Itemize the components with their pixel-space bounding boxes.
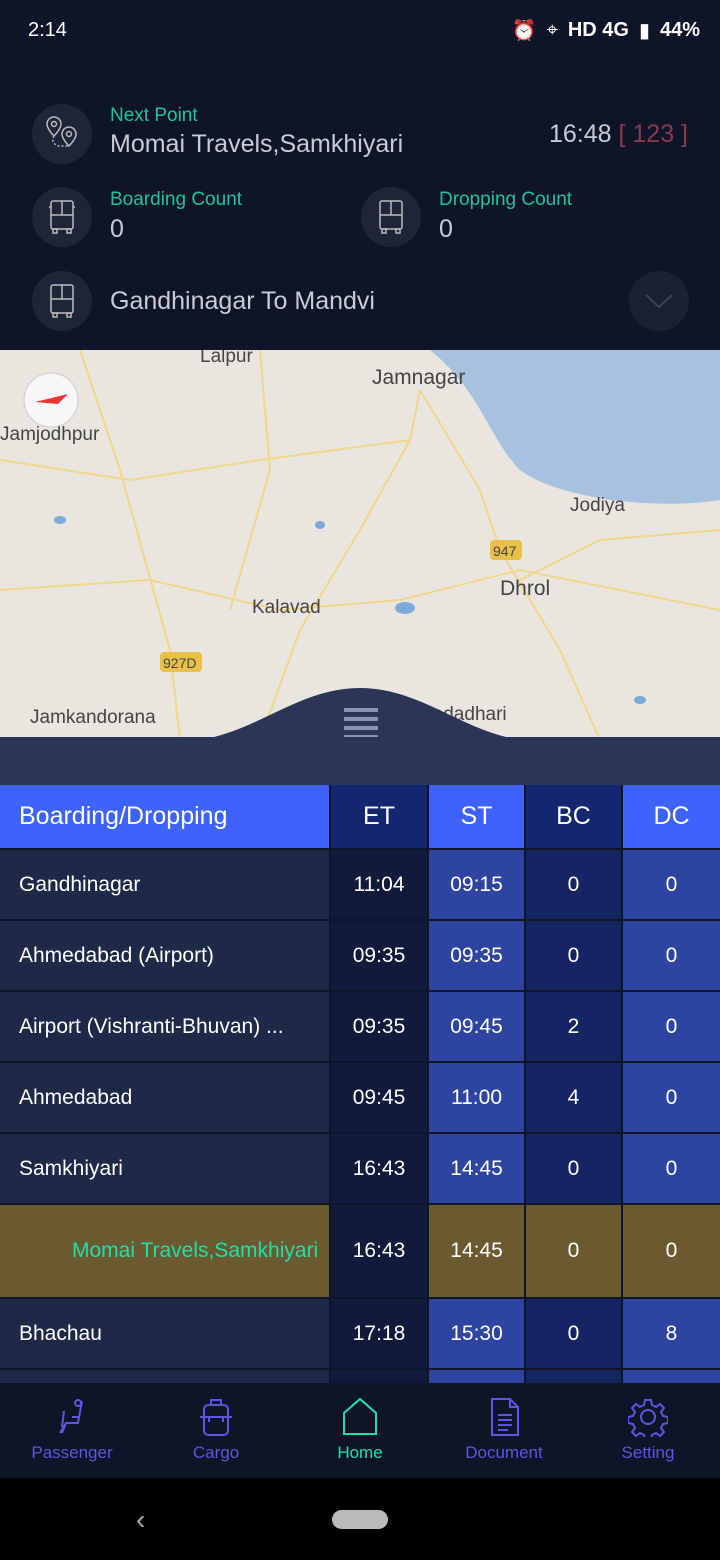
et-cell: 16:43: [331, 1205, 429, 1297]
dc-cell: 0: [623, 992, 720, 1061]
bc-cell: 0: [526, 1299, 623, 1368]
dc-cell: 0: [623, 1205, 720, 1297]
bottom-nav: Passenger Cargo Home Document Setting: [0, 1383, 720, 1478]
route-name: Gandhinagar To Mandvi: [110, 287, 375, 315]
dc-cell: 8: [623, 1299, 720, 1368]
map-label: Jamnagar: [372, 366, 465, 389]
stops-table: Boarding/Dropping ET ST BC DC Gandhinaga…: [0, 785, 720, 1390]
col-st: ST: [429, 785, 526, 848]
map-label: 927D: [163, 655, 196, 671]
stop-name: Gandhinagar: [0, 850, 331, 919]
et-cell: 09:35: [331, 992, 429, 1061]
dropping-count-value: 0: [439, 215, 453, 243]
seat-icon: [59, 1399, 83, 1434]
back-button[interactable]: ‹: [136, 1504, 145, 1536]
bc-cell: 0: [526, 1205, 623, 1297]
delay-minutes: [ 123 ]: [618, 120, 689, 148]
next-point-time: 16:48: [548, 120, 612, 148]
st-cell: 14:45: [429, 1134, 526, 1203]
nav-cargo[interactable]: Cargo: [144, 1383, 288, 1478]
nav-home[interactable]: Home: [288, 1383, 432, 1478]
dc-cell: 0: [623, 850, 720, 919]
stop-name: Ahmedabad: [0, 1063, 331, 1132]
col-et: ET: [331, 785, 429, 848]
route-pin-icon: [32, 104, 92, 164]
map-view[interactable]: Lalpur Jamnagar Jamjodhpur Jodiya 947 Dh…: [0, 350, 720, 740]
table-row[interactable]: Gandhinagar 11:04 09:15 0 0: [0, 850, 720, 921]
st-cell: 09:15: [429, 850, 526, 919]
bus-icon: [32, 187, 92, 247]
bc-cell: 0: [526, 850, 623, 919]
boarding-count-label: Boarding Count: [110, 189, 243, 210]
dc-cell: 0: [623, 1134, 720, 1203]
et-cell: 16:43: [331, 1134, 429, 1203]
table-row[interactable]: Bhachau 17:18 15:30 0 8: [0, 1299, 720, 1370]
dc-cell: 0: [623, 1063, 720, 1132]
bc-cell: 0: [526, 1134, 623, 1203]
nav-document[interactable]: Document: [432, 1383, 576, 1478]
st-cell: 09:35: [429, 921, 526, 990]
system-nav-bar: ‹: [0, 1478, 720, 1560]
table-row[interactable]: Airport (Vishranti-Bhuvan) ... 09:35 09:45…: [0, 992, 720, 1063]
bus-icon: [361, 187, 421, 247]
map-label: Dhrol: [500, 577, 550, 600]
battery-level: 44%: [659, 18, 700, 41]
map-label: Kalavad: [252, 597, 321, 618]
trip-header: Next Point Momai Travels,Samkhiyari 16:4…: [0, 60, 720, 350]
next-point-value: Momai Travels,Samkhiyari: [110, 130, 404, 158]
col-bc: BC: [526, 785, 623, 848]
stop-name: Samkhiyari: [0, 1134, 331, 1203]
backpack-icon: [200, 1399, 232, 1436]
dropping-count-label: Dropping Count: [439, 189, 573, 210]
battery-icon: ▮: [638, 19, 650, 42]
et-cell: 09:45: [331, 1063, 429, 1132]
expand-route-button[interactable]: [629, 271, 689, 331]
document-icon: [491, 1398, 519, 1436]
alarm-icon: ⏰: [511, 19, 537, 42]
st-cell: 14:45: [429, 1205, 526, 1297]
stop-name: Momai Travels,Samkhiyari: [0, 1205, 331, 1297]
next-point-label: Next Point: [110, 105, 198, 126]
gear-icon: [628, 1399, 668, 1437]
et-cell: 09:35: [331, 921, 429, 990]
compass-button[interactable]: [23, 372, 79, 428]
map-label: Lalpur: [200, 350, 253, 367]
nav-setting[interactable]: Setting: [576, 1383, 720, 1478]
st-cell: 15:30: [429, 1299, 526, 1368]
table-row-current[interactable]: Momai Travels,Samkhiyari 16:43 14:45 0 0: [0, 1205, 720, 1299]
table-row[interactable]: Ahmedabad (Airport) 09:35 09:35 0 0: [0, 921, 720, 992]
drawer-band: [0, 737, 720, 785]
stop-name: Bhachau: [0, 1299, 331, 1368]
location-icon: ⌖: [546, 18, 558, 41]
bc-cell: 4: [526, 1063, 623, 1132]
table-row[interactable]: Samkhiyari 16:43 14:45 0 0: [0, 1134, 720, 1205]
table-header: Boarding/Dropping ET ST BC DC: [0, 785, 720, 850]
stop-name: Ahmedabad (Airport): [0, 921, 331, 990]
et-cell: 17:18: [331, 1299, 429, 1368]
status-bar: 2:14 ⏰ ⌖ HD 4G ▮ 44%: [0, 0, 720, 60]
map-label: 947: [493, 543, 517, 559]
map-label: Jodiya: [570, 495, 625, 516]
bc-cell: 0: [526, 921, 623, 990]
st-cell: 11:00: [429, 1063, 526, 1132]
col-boarding-dropping: Boarding/Dropping: [0, 785, 331, 848]
stop-name: Airport (Vishranti-Bhuvan) ...: [0, 992, 331, 1061]
map-label: Jamkandorana: [30, 707, 156, 728]
bus-icon: [32, 271, 92, 331]
bc-cell: 2: [526, 992, 623, 1061]
drawer-handle-menu-icon[interactable]: [344, 708, 378, 739]
dc-cell: 0: [623, 921, 720, 990]
table-row[interactable]: Ahmedabad 09:45 11:00 4 0: [0, 1063, 720, 1134]
col-dc: DC: [623, 785, 720, 848]
et-cell: 11:04: [331, 850, 429, 919]
home-icon: [343, 1397, 377, 1435]
network-indicator: HD 4G: [567, 18, 629, 41]
nav-passenger[interactable]: Passenger: [0, 1383, 144, 1478]
chevron-down-icon: [645, 294, 673, 309]
boarding-count-value: 0: [110, 215, 124, 243]
home-pill[interactable]: [332, 1510, 388, 1529]
st-cell: 09:45: [429, 992, 526, 1061]
status-time: 2:14: [28, 18, 67, 41]
